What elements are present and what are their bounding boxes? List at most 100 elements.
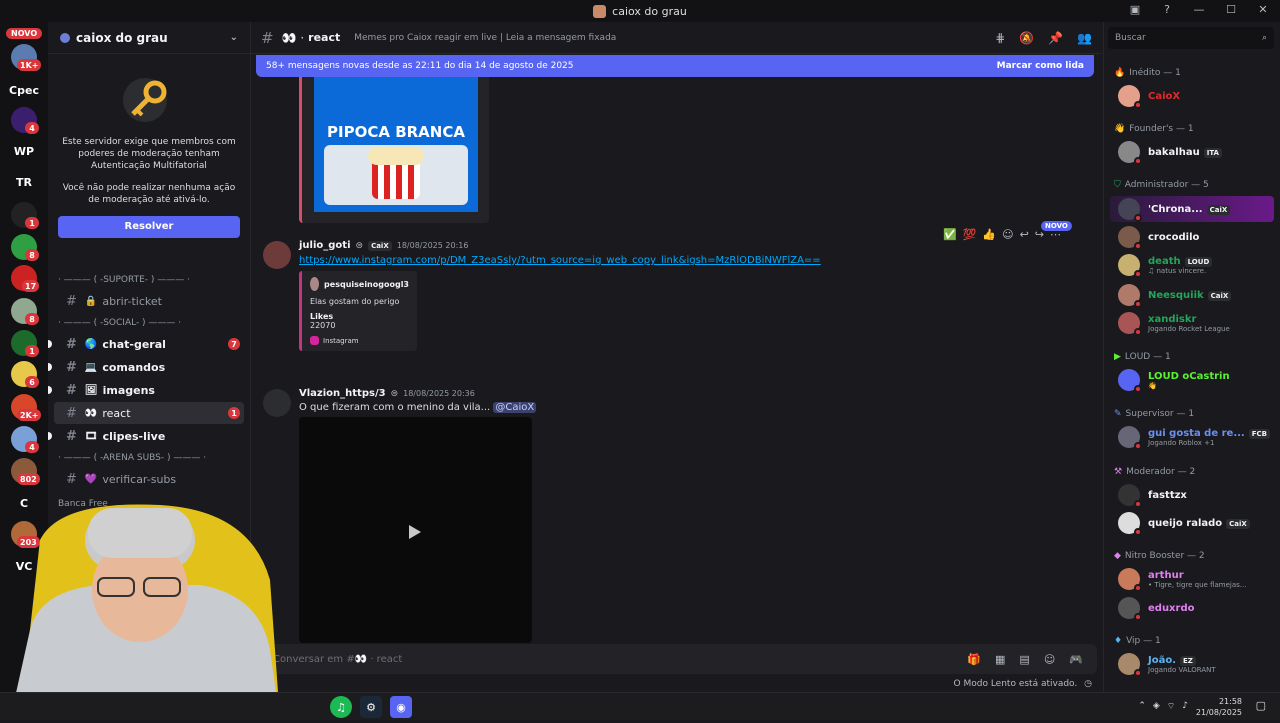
channel-comandos[interactable]: # 💻 comandos (48, 356, 244, 378)
window-titlebar: caiox do grau ▣ ? — ☐ ✕ (0, 0, 1280, 22)
member-item[interactable]: 'Chrona... CaiX (1118, 198, 1231, 222)
member-item[interactable]: crocodilo (1118, 226, 1199, 250)
members-icon[interactable]: 👥 (1077, 31, 1092, 45)
add-reaction-icon[interactable]: ☺ (1002, 228, 1013, 241)
minimize-button[interactable]: — (1192, 3, 1206, 16)
spotify-icon[interactable]: ♫ (330, 696, 352, 718)
message-author[interactable]: julio_goti (299, 240, 351, 251)
category-suporte[interactable]: · ——— ( -SUPORTE- ) ——— · (48, 270, 250, 290)
instagram-embed[interactable]: pesquiseinogoogl3 Elas gostam do perigo … (299, 271, 417, 351)
steam-icon[interactable]: ⚙ (360, 696, 382, 718)
channel-label: clipes-live (102, 429, 166, 443)
avatar (1118, 284, 1142, 308)
member-name: gui gosta de re... (1148, 427, 1245, 439)
server-badge-14: 802 (17, 473, 40, 485)
maximize-button[interactable]: ☐ (1224, 3, 1238, 16)
category-arena-subs[interactable]: · ——— ( -ARENA SUBS- ) ——— · (48, 448, 250, 468)
gift-icon[interactable]: 🎁 (967, 653, 981, 666)
channel-verificar-subs[interactable]: # 💜 verificar-subs (54, 468, 244, 490)
resolve-button[interactable]: Resolver (58, 216, 240, 238)
reply-icon[interactable]: ↩ (1020, 228, 1029, 241)
volume-icon[interactable]: ♪ (1182, 701, 1188, 712)
search-icon: ⌕ (1261, 33, 1267, 43)
member-item[interactable]: queijo ralado CaiX (1118, 512, 1250, 536)
avatar (1118, 198, 1142, 222)
tray-arrow-icon[interactable]: ⌃ (1138, 701, 1146, 712)
channel-chat-geral[interactable]: # 🌎 chat-geral 7 (48, 333, 244, 355)
member-item[interactable]: fasttzx (1118, 484, 1187, 508)
inbox-icon[interactable]: ▣ (1128, 3, 1142, 16)
member-item[interactable]: João. EZ Jogando VALORANT (1118, 653, 1216, 677)
member-item[interactable]: arthur • Tigre, tigre que flamejas... (1118, 568, 1246, 592)
embed-image[interactable]: PIPOCA BRANCA (314, 77, 478, 212)
notification-icon[interactable]: ▢ (1256, 699, 1266, 712)
mark-read-button[interactable]: Marcar como lida (997, 61, 1084, 71)
taskbar-clock[interactable]: 21:58 21/08/2025 (1196, 696, 1242, 718)
member-name: CaioX (1148, 90, 1181, 102)
forward-icon[interactable]: ↪ (1035, 228, 1044, 241)
emoji-icon[interactable]: ☺ (1044, 653, 1055, 666)
mute-bell-icon[interactable]: 🔕 (1019, 31, 1034, 45)
channel-react[interactable]: # 👀 react 1 (54, 402, 244, 424)
user-mention[interactable]: @CaioX (493, 402, 537, 413)
threads-icon[interactable]: ⋕ (995, 31, 1005, 45)
new-messages-banner[interactable]: 58+ mensagens novas desde as 22:11 do di… (256, 55, 1094, 77)
server-icon-wp[interactable]: WP (11, 138, 37, 164)
sticker-icon[interactable]: ▤ (1019, 653, 1029, 666)
member-item[interactable]: Neesquiik CaiX (1118, 284, 1232, 308)
discord-icon[interactable]: ◉ (390, 696, 412, 718)
avatar (1118, 426, 1142, 450)
category-social[interactable]: · ——— ( -SOCIAL- ) ——— · (48, 313, 250, 333)
search-input[interactable]: Buscar ⌕ (1108, 27, 1274, 49)
channel-label: imagens (102, 383, 155, 397)
thumbs-up-reaction-icon[interactable]: 👍 (982, 228, 996, 241)
wifi-icon[interactable]: ⌔ (1167, 701, 1175, 712)
member-item[interactable]: eduxrdo (1118, 597, 1194, 621)
gif-icon[interactable]: ▦ (995, 653, 1005, 666)
message-composer[interactable]: Conversar em #👀 · react 🎁 ▦ ▤ ☺ 🎮 (259, 644, 1097, 674)
message-link[interactable]: https://www.instagram.com/p/DM_Z3eaSsly/… (299, 255, 821, 266)
channel-clipes-live[interactable]: # 🎞 clipes-live (48, 425, 244, 447)
role-icon: ♦ (1114, 636, 1123, 646)
member-item[interactable]: xandiskr Jogando Rocket League (1118, 312, 1230, 336)
member-name: 'Chrona... (1148, 203, 1203, 215)
avatar[interactable] (263, 241, 291, 269)
member-item[interactable]: bakalhau ITA (1118, 141, 1222, 165)
server-badge-12: 2K+ (17, 409, 42, 421)
member-item[interactable]: LOUD oCastrin 👋 (1118, 369, 1230, 393)
channel-imagens[interactable]: # 🖼 imagens (48, 379, 244, 401)
computer-icon: 💻 (84, 361, 98, 373)
mention-badge: 1 (228, 407, 240, 419)
server-header[interactable]: caiox do grau ⌄ (48, 22, 250, 54)
avatar (1118, 512, 1142, 536)
member-item[interactable]: gui gosta de re... FCB Jogando Roblox +1 (1118, 426, 1270, 450)
play-icon[interactable] (409, 525, 421, 539)
embed-image-title: PIPOCA BRANCA (327, 123, 465, 141)
close-button[interactable]: ✕ (1256, 3, 1270, 16)
server-icon-cpec[interactable]: Cpec (8, 77, 40, 103)
header-channel-name: react (308, 31, 341, 44)
check-reaction-icon[interactable]: ✅ (943, 228, 957, 241)
member-item[interactable]: CaioX (1118, 85, 1181, 109)
more-icon[interactable]: ⋯ (1050, 228, 1061, 241)
role-icon: ⛉ (1114, 180, 1121, 190)
member-item[interactable]: death LOUD ♫ natus vincere. (1118, 254, 1213, 278)
help-icon[interactable]: ? (1160, 3, 1174, 16)
avatar[interactable] (263, 389, 291, 417)
channel-topic[interactable]: Memes pro Caiox reagir em live | Leia a … (354, 33, 616, 43)
server-icon-tr[interactable]: TR (11, 169, 37, 195)
video-attachment[interactable] (299, 417, 532, 643)
avatar (1118, 312, 1142, 336)
channel-abrir-ticket[interactable]: # 🔒 abrir-ticket (54, 290, 244, 312)
hundred-reaction-icon[interactable]: 💯 (963, 228, 977, 241)
activity-icon[interactable]: 🎮 (1069, 653, 1083, 666)
network-icon[interactable]: ◈ (1153, 701, 1160, 712)
clock-icon: ◷ (1084, 679, 1092, 689)
ig-user[interactable]: pesquiseinogoogl3 (324, 280, 409, 289)
message-author[interactable]: Vlazion_https/3 (299, 388, 386, 399)
instagram-icon (310, 336, 319, 345)
taskbar: ♫ ⚙ ◉ ⌃ ◈ ⌔ ♪ 21:58 21/08/2025 ▢ (0, 692, 1280, 720)
image-embed[interactable]: PIPOCA BRANCA (299, 77, 489, 223)
heart-icon: 💜 (84, 473, 98, 485)
pin-icon[interactable]: 📌 (1048, 31, 1063, 45)
